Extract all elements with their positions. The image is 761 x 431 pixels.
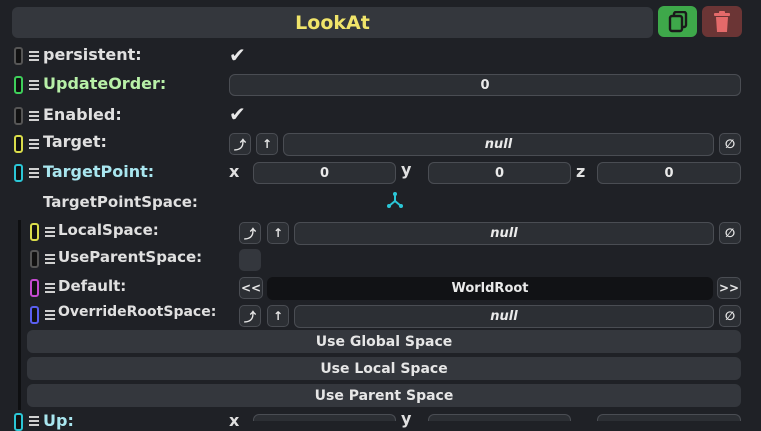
menu-icon[interactable] bbox=[45, 283, 55, 293]
update-order-input[interactable]: 0 bbox=[229, 74, 741, 96]
default-label: Default: bbox=[58, 277, 127, 295]
menu-icon[interactable] bbox=[29, 51, 39, 61]
clear-button[interactable]: ∅ bbox=[719, 305, 741, 327]
clear-button[interactable]: ∅ bbox=[719, 222, 741, 244]
field-drag-handle[interactable] bbox=[30, 306, 39, 324]
target-point-space-label: TargetPointSpace: bbox=[43, 193, 198, 211]
trash-icon bbox=[714, 10, 730, 32]
y-axis-label: y bbox=[401, 409, 412, 428]
up-y-input[interactable] bbox=[428, 414, 571, 421]
clear-button[interactable]: ∅ bbox=[719, 133, 741, 155]
jump-to-button[interactable]: ⤴ bbox=[239, 305, 261, 327]
menu-icon[interactable] bbox=[29, 139, 39, 149]
menu-icon[interactable] bbox=[29, 111, 39, 121]
parent-button[interactable]: ↑ bbox=[267, 222, 289, 244]
field-drag-handle[interactable] bbox=[30, 223, 39, 241]
menu-icon[interactable] bbox=[45, 254, 55, 264]
duplicate-icon bbox=[668, 10, 687, 32]
menu-icon[interactable] bbox=[29, 80, 39, 90]
use-parent-space-button[interactable]: Use Parent Space bbox=[27, 384, 741, 407]
up-z-input[interactable] bbox=[597, 414, 741, 421]
next-value-button[interactable]: >> bbox=[717, 277, 741, 299]
field-drag-handle[interactable] bbox=[30, 250, 39, 268]
x-axis-label: x bbox=[229, 162, 240, 181]
jump-to-button[interactable]: ⤴ bbox=[239, 222, 261, 244]
nested-group-rule bbox=[18, 220, 21, 410]
enabled-checkbox[interactable]: ✔ bbox=[229, 104, 246, 124]
local-space-ref-field[interactable]: null bbox=[294, 222, 714, 245]
local-space-label: LocalSpace: bbox=[58, 221, 159, 239]
field-drag-handle[interactable] bbox=[14, 164, 23, 182]
field-drag-handle[interactable] bbox=[14, 413, 23, 431]
use-parent-space-checkbox[interactable] bbox=[239, 249, 261, 271]
target-point-z-input[interactable]: 0 bbox=[597, 162, 741, 184]
enabled-label: Enabled: bbox=[43, 105, 122, 124]
persistent-label: persistent: bbox=[43, 45, 142, 64]
component-header: LookAt bbox=[12, 7, 653, 38]
field-drag-handle[interactable] bbox=[14, 135, 23, 153]
delete-button[interactable] bbox=[702, 6, 742, 37]
parent-button[interactable]: ↑ bbox=[267, 305, 289, 327]
override-root-space-ref-field[interactable]: null bbox=[294, 305, 714, 328]
target-point-x-input[interactable]: 0 bbox=[253, 162, 396, 184]
up-x-input[interactable] bbox=[253, 414, 396, 421]
space-toggle-icon[interactable] bbox=[384, 190, 406, 212]
field-drag-handle[interactable] bbox=[14, 76, 23, 94]
duplicate-button[interactable] bbox=[658, 6, 697, 37]
field-drag-handle[interactable] bbox=[14, 47, 23, 65]
use-parent-space-label: UseParentSpace: bbox=[58, 248, 203, 266]
use-local-space-button[interactable]: Use Local Space bbox=[27, 357, 741, 380]
previous-value-button[interactable]: << bbox=[239, 277, 263, 299]
field-drag-handle[interactable] bbox=[30, 279, 39, 297]
target-label: Target: bbox=[43, 132, 107, 151]
menu-icon[interactable] bbox=[29, 168, 39, 178]
menu-icon[interactable] bbox=[29, 416, 39, 426]
override-root-space-label: OverrideRootSpace: bbox=[58, 304, 217, 320]
jump-to-button[interactable]: ⤴ bbox=[229, 133, 251, 155]
component-title: LookAt bbox=[295, 11, 370, 34]
target-point-label: TargetPoint: bbox=[43, 162, 155, 181]
use-global-space-button[interactable]: Use Global Space bbox=[27, 330, 741, 353]
y-axis-label: y bbox=[401, 160, 412, 179]
update-order-label: UpdateOrder: bbox=[43, 74, 167, 93]
menu-icon[interactable] bbox=[45, 310, 55, 320]
z-axis-label: z bbox=[576, 162, 586, 181]
field-drag-handle[interactable] bbox=[14, 107, 23, 125]
menu-icon[interactable] bbox=[45, 227, 55, 237]
target-ref-field[interactable]: null bbox=[283, 133, 714, 156]
parent-button[interactable]: ↑ bbox=[256, 133, 278, 155]
persistent-checkbox[interactable]: ✔ bbox=[229, 45, 246, 65]
default-value-field[interactable]: WorldRoot bbox=[267, 277, 713, 300]
target-point-y-input[interactable]: 0 bbox=[428, 162, 571, 184]
